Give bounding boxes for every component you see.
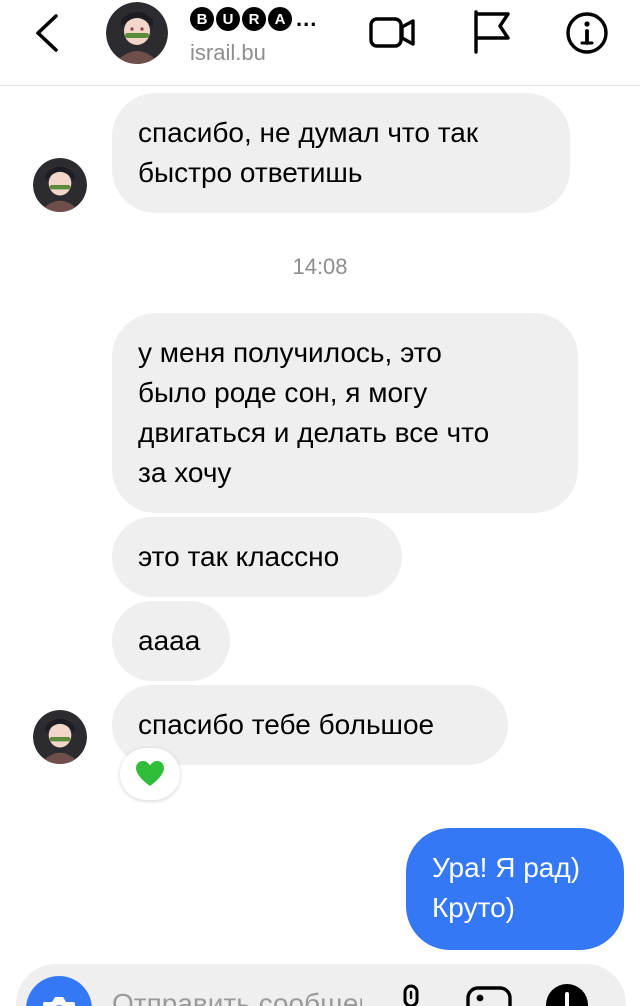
message-timestamp: 14:08 (292, 254, 348, 279)
message-text: было роде сон, я могу (138, 377, 428, 408)
sender-avatar[interactable] (33, 158, 87, 212)
title-letter: U (216, 7, 240, 31)
message-bubble[interactable]: спасибо, не думал что так быстро ответиш… (112, 93, 570, 213)
sender-avatar[interactable] (33, 710, 87, 764)
message-bubble[interactable]: аааа (112, 601, 230, 681)
message-bubble[interactable]: это так классно (112, 517, 402, 597)
message-input[interactable] (112, 984, 362, 1006)
green-heart-icon (136, 761, 164, 786)
message-text: за хочу (138, 457, 232, 488)
message-text: быстро ответишь (138, 157, 363, 188)
outgoing-message-bubble[interactable]: Ура! Я рад) Круто) (406, 828, 624, 950)
chat-header: B U R A ... israil.bu (0, 0, 640, 86)
message-text: двигаться и делать все что (138, 417, 490, 448)
video-camera-icon (369, 17, 415, 48)
message-text: Круто) (432, 892, 515, 923)
camera-icon (43, 997, 75, 1006)
message-text: Ура! Я рад) (432, 852, 581, 883)
title-letter: R (242, 7, 266, 31)
contact-avatar[interactable] (106, 2, 168, 64)
info-icon (566, 12, 608, 54)
message-text: спасибо тебе большое (138, 709, 435, 740)
gallery-button[interactable] (466, 986, 512, 1006)
contact-name[interactable]: B U R A ... (190, 6, 317, 32)
message-bubble[interactable]: у меня получилось, это было роде сон, я … (112, 313, 578, 513)
plus-icon (565, 992, 569, 1006)
message-text: аааа (138, 625, 201, 656)
video-call-button[interactable] (368, 12, 418, 52)
info-button[interactable] (564, 10, 610, 56)
back-button[interactable] (30, 12, 66, 54)
title-letter: A (268, 7, 292, 31)
chevron-left-icon (36, 14, 58, 52)
title-letter: B (190, 7, 214, 31)
message-reaction[interactable] (120, 748, 180, 800)
contact-username[interactable]: israil.bu (190, 40, 266, 66)
image-icon (466, 986, 512, 1006)
message-text: это так классно (138, 541, 340, 572)
message-bubble[interactable]: спасибо тебе большое (112, 685, 508, 765)
flag-icon (474, 10, 510, 54)
add-button[interactable] (546, 984, 588, 1006)
report-button[interactable] (470, 8, 514, 54)
title-ellipsis: ... (296, 6, 318, 31)
microphone-icon (403, 984, 419, 1006)
message-text: у меня получилось, это (138, 337, 442, 368)
voice-message-button[interactable] (396, 984, 426, 1006)
message-text: спасибо, не думал что так (138, 117, 479, 148)
